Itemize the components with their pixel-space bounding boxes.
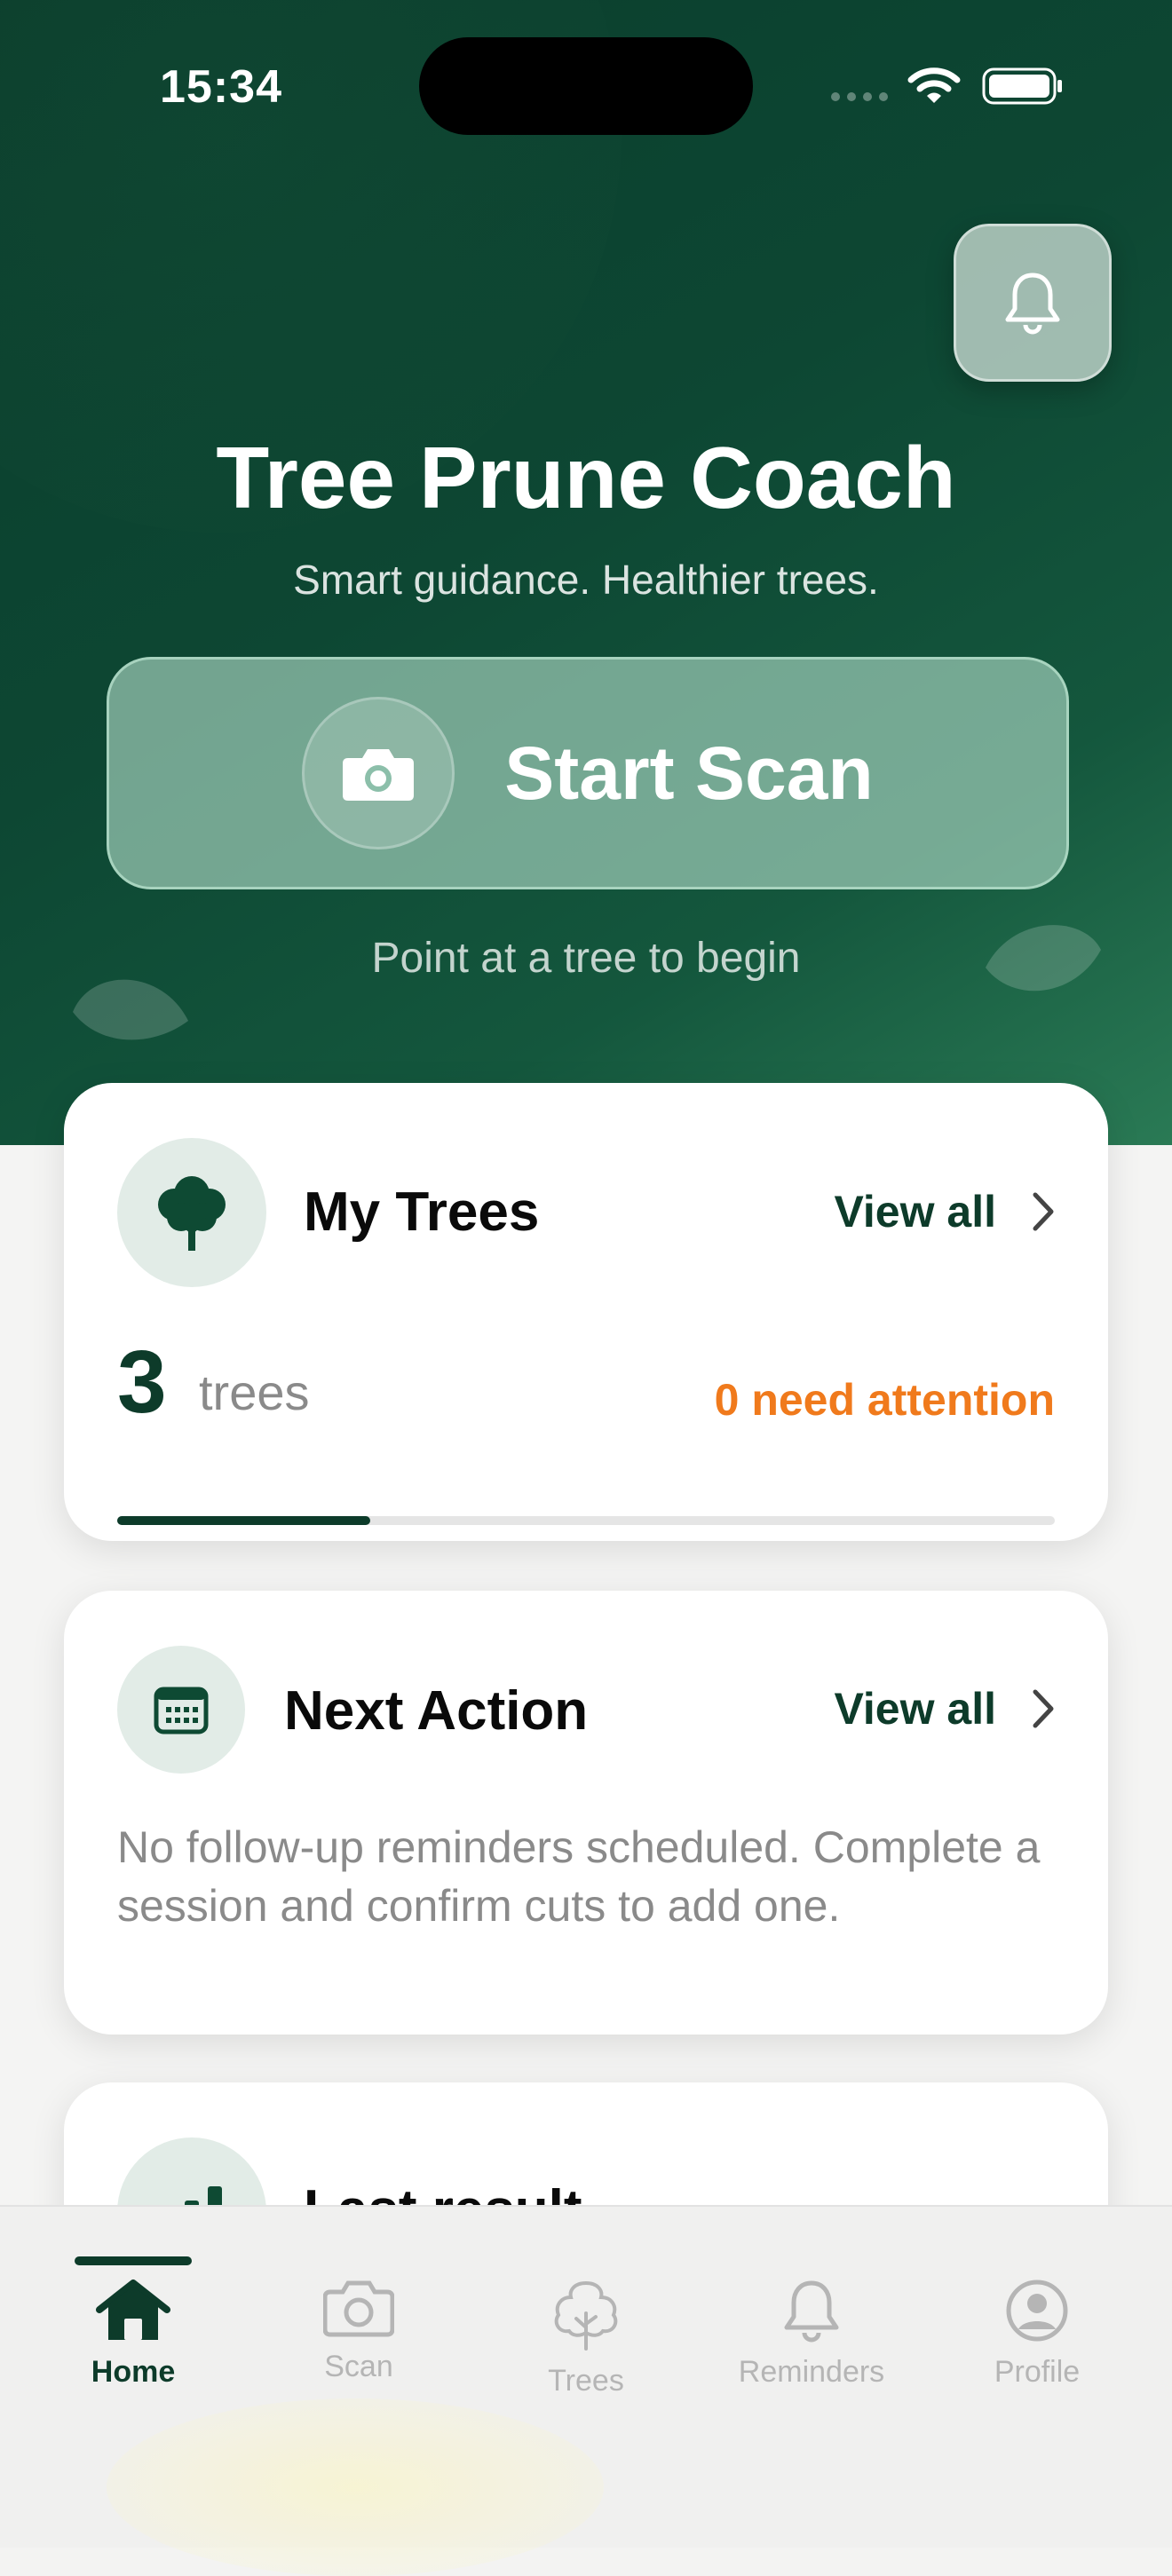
app-title: Tree Prune Coach (216, 429, 956, 526)
start-scan-label: Start Scan (504, 731, 874, 815)
tree-icon (554, 2280, 618, 2351)
dynamic-island (419, 37, 753, 135)
cellular-signal-icon (831, 92, 888, 101)
tree-count: 3 (117, 1332, 167, 1432)
my-trees-title: My Trees (304, 1181, 540, 1243)
bell-icon (784, 2280, 839, 2343)
my-trees-view-all[interactable]: View all (834, 1186, 1055, 1237)
next-action-title: Next Action (284, 1680, 589, 1742)
tree-icon (158, 1176, 226, 1251)
tab-profile-label: Profile (994, 2355, 1081, 2389)
start-scan-button[interactable]: Start Scan (107, 657, 1069, 889)
tab-home[interactable]: Home (44, 2278, 222, 2390)
status-time: 15:34 (160, 61, 282, 113)
tab-trees-label: Trees (548, 2364, 624, 2398)
tab-trees[interactable]: Trees (497, 2278, 675, 2398)
home-indicator-glow (107, 2398, 604, 2576)
chevron-right-icon (1033, 1192, 1054, 1231)
attention-count: 0 need attention (714, 1375, 1055, 1425)
app-subtitle: Smart guidance. Healthier trees. (293, 557, 879, 603)
tab-reminders[interactable]: Reminders (723, 2278, 900, 2390)
view-all-label: View all (834, 1684, 996, 1734)
trees-progress-fill (117, 1516, 371, 1525)
tab-scan-label: Scan (324, 2350, 393, 2383)
tab-bar: Home Scan Trees Reminders Profile (0, 2205, 1172, 2576)
trees-progress-track (117, 1516, 1055, 1525)
next-action-card[interactable]: Next Action View all No follow-up remind… (64, 1591, 1108, 2035)
notifications-button[interactable] (954, 224, 1112, 382)
calendar-icon-circle (117, 1646, 245, 1774)
chevron-right-icon (1033, 1689, 1054, 1728)
tab-reminders-label: Reminders (738, 2355, 885, 2389)
calendar-icon (154, 1687, 209, 1734)
battery-icon (982, 67, 1062, 105)
scan-hint: Point at a tree to begin (371, 935, 801, 982)
tree-icon-circle (117, 1138, 266, 1287)
camera-icon (322, 2280, 395, 2337)
wifi-icon (907, 67, 961, 103)
my-trees-card[interactable]: My Trees View all 3 trees 0 need attenti… (64, 1083, 1108, 1541)
bell-icon (1005, 273, 1060, 335)
tab-home-label: Home (91, 2355, 176, 2389)
tree-count-unit: trees (199, 1364, 310, 1420)
next-action-view-all[interactable]: View all (834, 1683, 1055, 1734)
view-all-label: View all (834, 1187, 996, 1237)
camera-icon-circle (302, 697, 455, 849)
tab-profile[interactable]: Profile (948, 2278, 1126, 2390)
person-icon (1006, 2280, 1068, 2342)
active-tab-indicator (75, 2256, 192, 2265)
tab-scan[interactable]: Scan (270, 2278, 447, 2384)
next-action-message: No follow-up reminders scheduled. Comple… (117, 1822, 1041, 1931)
house-icon (96, 2280, 170, 2340)
camera-icon (343, 749, 415, 801)
